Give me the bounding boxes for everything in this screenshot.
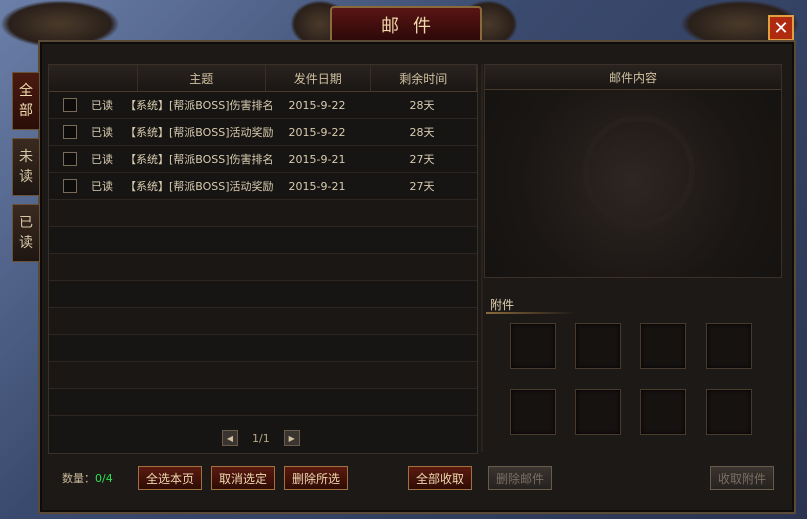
mail-row[interactable]: 已读 【系统】[帮派BOSS]活动奖励 2015-9-22 28天 xyxy=(49,119,477,146)
attachment-slot[interactable] xyxy=(640,389,686,435)
row-date: 2015-9-22 xyxy=(288,125,346,139)
next-page-icon[interactable]: ▶ xyxy=(283,430,300,446)
empty-row xyxy=(49,200,477,227)
empty-row xyxy=(49,362,477,389)
row-date: 2015-9-21 xyxy=(288,152,346,166)
header-subject: 主题 xyxy=(138,65,266,91)
row-remaining: 28天 xyxy=(409,99,435,112)
attachments-label: 附件 xyxy=(490,298,515,312)
attachments-underline xyxy=(486,312,576,314)
row-subject: 【系统】[帮派BOSS]活动奖励 xyxy=(125,180,274,193)
mail-row[interactable]: 已读 【系统】[帮派BOSS]伤害排名 2015-9-21 27天 xyxy=(49,146,477,173)
collect-attachment-button[interactable]: 收取附件 xyxy=(710,466,774,490)
delete-selected-button[interactable]: 删除所选 xyxy=(284,466,348,490)
row-checkbox[interactable] xyxy=(63,152,77,166)
attachment-slot[interactable] xyxy=(706,323,752,369)
row-checkbox[interactable] xyxy=(63,179,77,193)
row-status: 已读 xyxy=(91,99,113,112)
row-status: 已读 xyxy=(91,153,113,166)
row-remaining: 28天 xyxy=(409,126,435,139)
empty-row xyxy=(49,227,477,254)
row-checkbox[interactable] xyxy=(63,125,77,139)
footer-bar: 数量：0/4 全选本页 取消选定 删除所选 全部收取 删除邮件 收取附件 xyxy=(48,460,782,496)
emblem-watermark xyxy=(583,115,695,227)
mail-list: 主题 发件日期 剩余时间 已读 【系统】[帮派BOSS]伤害排名 2015-9-… xyxy=(48,64,478,454)
tab-unread[interactable]: 未 读 xyxy=(12,138,40,196)
mail-content-pane: 邮件内容 xyxy=(484,64,782,278)
attachment-slot[interactable] xyxy=(575,323,621,369)
count-label: 数量： xyxy=(62,472,95,485)
row-status: 已读 xyxy=(91,180,113,193)
row-status: 已读 xyxy=(91,126,113,139)
mail-count: 数量：0/4 xyxy=(62,470,113,486)
row-subject: 【系统】[帮派BOSS]活动奖励 xyxy=(125,126,274,139)
pager: ◀ 1/1 ▶ xyxy=(222,430,300,446)
tab-read-label-bottom: 读 xyxy=(19,235,33,251)
mail-row[interactable]: 已读 【系统】[帮派BOSS]伤害排名 2015-9-22 28天 xyxy=(49,92,477,119)
row-checkbox[interactable] xyxy=(63,98,77,112)
delete-mail-button[interactable]: 删除邮件 xyxy=(488,466,552,490)
empty-row xyxy=(49,308,477,335)
row-date: 2015-9-22 xyxy=(288,98,346,112)
list-header: 主题 发件日期 剩余时间 xyxy=(49,65,478,92)
tab-unread-label-top: 未 xyxy=(19,149,33,165)
deselect-button[interactable]: 取消选定 xyxy=(211,466,275,490)
row-remaining: 27天 xyxy=(409,180,435,193)
row-date: 2015-9-21 xyxy=(288,179,346,193)
content-header: 邮件内容 xyxy=(485,65,781,90)
empty-row xyxy=(49,389,477,416)
row-remaining: 27天 xyxy=(409,153,435,166)
tab-all-label-bottom: 部 xyxy=(19,103,33,119)
collect-all-button[interactable]: 全部收取 xyxy=(408,466,472,490)
window-title: 邮件 xyxy=(330,6,482,44)
attachment-slot[interactable] xyxy=(640,323,686,369)
row-subject: 【系统】[帮派BOSS]伤害排名 xyxy=(125,99,274,112)
attachment-slot[interactable] xyxy=(706,389,752,435)
row-subject: 【系统】[帮派BOSS]伤害排名 xyxy=(125,153,274,166)
header-remaining: 剩余时间 xyxy=(371,65,478,91)
attachment-slot[interactable] xyxy=(510,389,556,435)
select-page-button[interactable]: 全选本页 xyxy=(138,466,202,490)
close-button[interactable]: ✕ xyxy=(768,15,794,41)
tab-all-label-top: 全 xyxy=(19,83,33,99)
empty-row xyxy=(49,281,477,308)
tab-read-label-top: 已 xyxy=(19,215,33,231)
tab-unread-label-bottom: 读 xyxy=(19,169,33,185)
header-date: 发件日期 xyxy=(266,65,371,91)
header-spacer xyxy=(49,65,138,91)
column-divider xyxy=(481,64,483,452)
attachment-slot[interactable] xyxy=(510,323,556,369)
tab-read[interactable]: 已 读 xyxy=(12,204,40,262)
prev-page-icon[interactable]: ◀ xyxy=(222,430,238,446)
tab-all[interactable]: 全 部 xyxy=(12,72,40,130)
empty-row xyxy=(49,335,477,362)
count-value: 0/4 xyxy=(95,472,113,485)
empty-row xyxy=(49,254,477,281)
page-indicator: 1/1 xyxy=(252,431,270,445)
attachment-slot[interactable] xyxy=(575,389,621,435)
mail-row[interactable]: 已读 【系统】[帮派BOSS]活动奖励 2015-9-21 27天 xyxy=(49,173,477,200)
